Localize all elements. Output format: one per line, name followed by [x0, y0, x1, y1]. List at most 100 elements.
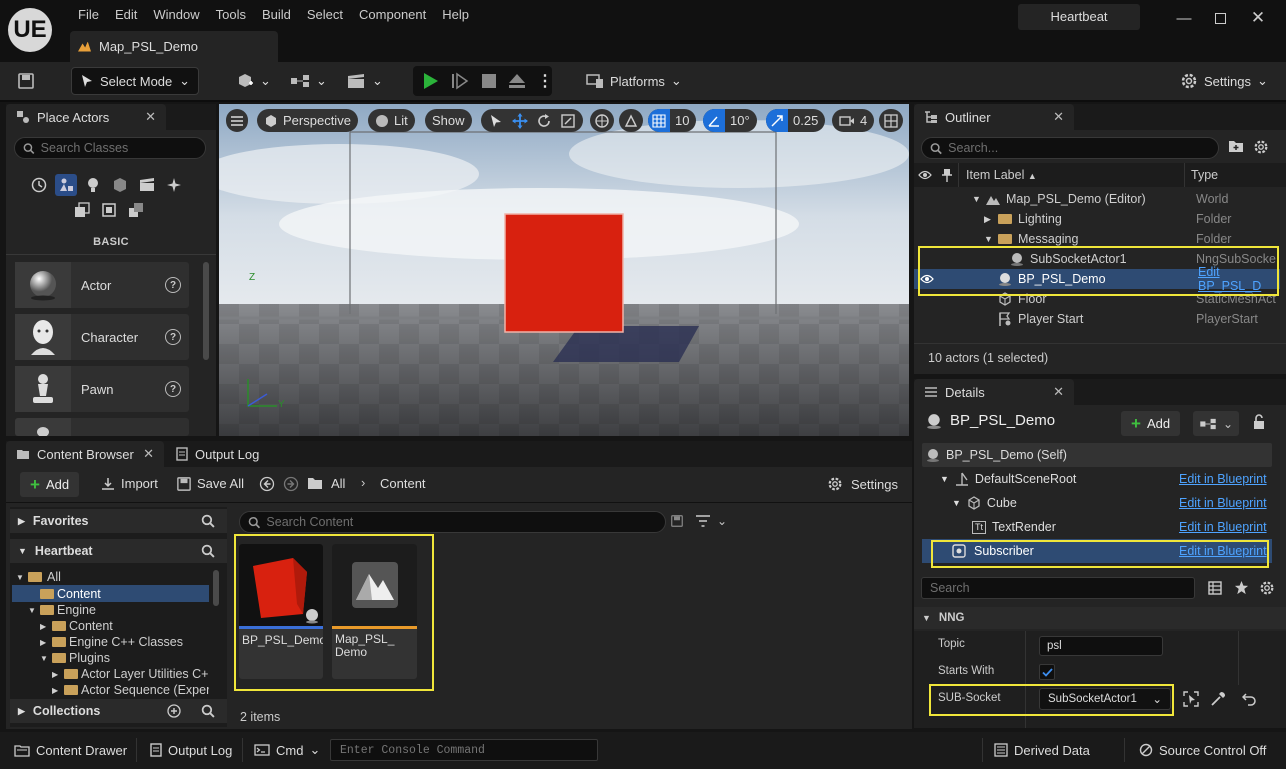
component-cube[interactable]: ▼ Cube Edit in Blueprint	[922, 491, 1272, 515]
menu-window[interactable]: Window	[145, 7, 207, 23]
tree-folder-engine[interactable]: ▼ Engine	[12, 602, 209, 618]
rotate-tool-icon[interactable]	[533, 112, 555, 130]
cmd-dropdown[interactable]: Cmd ⌄	[248, 737, 326, 763]
starts-with-checkbox[interactable]	[1039, 664, 1055, 680]
source-control-button[interactable]: Source Control Off	[1133, 737, 1272, 763]
recent-icon[interactable]	[28, 174, 50, 196]
save-icon[interactable]	[12, 67, 40, 95]
grid-snap-button[interactable]: 10	[648, 109, 697, 132]
add-collection-icon[interactable]	[167, 704, 181, 718]
collapse-arrow-icon[interactable]: ▶	[52, 670, 58, 679]
details-search-input[interactable]	[930, 581, 1186, 595]
perspective-button[interactable]: Perspective	[257, 109, 358, 132]
add-folder-icon[interactable]	[1228, 139, 1244, 153]
filter-button[interactable]: ⌄	[695, 514, 727, 528]
console-command-input[interactable]	[331, 740, 597, 760]
actor-list-item[interactable]: Actor ?	[15, 262, 189, 308]
edit-in-blueprint-link[interactable]: Edit in Blueprint	[1179, 520, 1267, 534]
show-button[interactable]: Show	[425, 109, 472, 132]
expand-arrow-icon[interactable]: ▼	[952, 498, 961, 508]
geometry-category-icon[interactable]	[125, 199, 147, 221]
close-icon[interactable]: ✕	[145, 109, 156, 125]
tree-row-player-start[interactable]: Player Start PlayerStart	[914, 309, 1280, 329]
translate-tool-icon[interactable]	[509, 112, 531, 130]
tree-folder-all[interactable]: ▼ All	[12, 569, 209, 585]
component-default-scene-root[interactable]: ▼ DefaultSceneRoot Edit in Blueprint	[922, 467, 1272, 491]
content-search-input[interactable]	[266, 515, 657, 529]
collapse-arrow-icon[interactable]: ▶	[52, 686, 58, 695]
more-options-icon[interactable]: ⋮	[533, 67, 557, 95]
search-classes-input[interactable]	[40, 141, 197, 155]
surface-snap-icon[interactable]	[619, 109, 643, 132]
tree-row-world[interactable]: ▼ Map_PSL_Demo (Editor) World	[914, 189, 1280, 209]
component-self[interactable]: BP_PSL_Demo (Self)	[922, 443, 1272, 467]
stop-icon[interactable]	[476, 67, 502, 95]
menu-help[interactable]: Help	[434, 7, 477, 23]
import-button[interactable]: Import	[101, 476, 158, 491]
collapse-arrow-icon[interactable]: ▶	[984, 214, 991, 225]
rotation-snap-button[interactable]: 10°	[703, 109, 757, 132]
outliner-search-input[interactable]	[948, 141, 1210, 155]
collapse-arrow-icon[interactable]: ▶	[40, 638, 46, 647]
platforms-button[interactable]: Platforms ⌄	[578, 67, 690, 95]
select-tool-icon[interactable]	[485, 112, 507, 130]
tree-folder-actor-layer[interactable]: ▶ Actor Layer Utilities C+	[12, 666, 209, 682]
maximize-icon[interactable]	[1202, 6, 1238, 30]
step-icon[interactable]	[446, 67, 474, 95]
save-all-button[interactable]: Save All	[177, 476, 244, 491]
favorites-section[interactable]: ▶ Favorites	[10, 509, 227, 533]
unreal-logo-icon[interactable]: UE	[8, 8, 52, 52]
blueprint-options-button[interactable]: ⌄	[1193, 411, 1240, 436]
world-space-icon[interactable]	[590, 109, 614, 132]
all-classes-category-icon[interactable]	[98, 199, 120, 221]
type-column[interactable]: Type	[1184, 163, 1218, 187]
menu-component[interactable]: Component	[351, 7, 434, 23]
play-icon[interactable]	[416, 67, 444, 95]
character-list-item[interactable]: Character ?	[15, 314, 189, 360]
lock-icon[interactable]	[1252, 414, 1266, 430]
item-label-column[interactable]: Item Label ▲	[966, 168, 1184, 182]
place-actors-tab[interactable]: Place Actors ✕	[6, 104, 166, 130]
red-cube-mesh[interactable]	[504, 213, 624, 333]
actor-name[interactable]: BP_PSL_Demo	[950, 412, 1055, 429]
collapse-arrow-icon[interactable]: ▶	[40, 622, 46, 631]
content-browser-tab[interactable]: Content Browser ✕	[6, 441, 164, 467]
lights-category-icon[interactable]	[82, 174, 104, 196]
expand-arrow-icon[interactable]: ▼	[16, 573, 24, 582]
component-text-render[interactable]: Tt TextRender Edit in Blueprint	[922, 515, 1272, 539]
help-icon[interactable]: ?	[165, 277, 181, 293]
search-icon[interactable]	[201, 704, 215, 718]
expand-arrow-icon[interactable]: ▼	[940, 474, 949, 484]
close-icon[interactable]: ✕	[1053, 384, 1064, 400]
topic-input[interactable]: psl	[1039, 636, 1163, 656]
menu-tools[interactable]: Tools	[208, 7, 254, 23]
add-actor-button[interactable]: ⌄	[228, 67, 279, 95]
menu-select[interactable]: Select	[299, 7, 351, 23]
tree-folder-engine-content[interactable]: ▶ Content	[12, 618, 209, 634]
output-log-tab[interactable]: Output Log	[166, 441, 276, 467]
content-settings-button[interactable]: Settings	[827, 476, 898, 492]
level-viewport[interactable]	[219, 104, 909, 436]
camera-speed-button[interactable]: 4	[832, 109, 875, 132]
pin-column-icon[interactable]	[936, 168, 958, 182]
tree-folder-actor-sequence[interactable]: ▶ Actor Sequence (Exper	[12, 682, 209, 697]
more-actor-list-item[interactable]	[15, 418, 189, 436]
cinematics-button[interactable]: ⌄	[338, 67, 391, 95]
cinematic-category-icon[interactable]	[136, 174, 158, 196]
gear-icon[interactable]	[1253, 139, 1269, 155]
close-icon[interactable]: ✕	[1053, 109, 1064, 125]
expand-arrow-icon[interactable]: ▼	[28, 606, 36, 615]
add-content-button[interactable]: + Add	[20, 472, 80, 497]
search-icon[interactable]	[201, 514, 215, 528]
scale-tool-icon[interactable]	[557, 112, 579, 130]
viewport-layout-icon[interactable]	[879, 109, 903, 132]
tree-folder-plugins[interactable]: ▼ Plugins	[12, 650, 209, 666]
shapes-category-icon[interactable]	[109, 174, 131, 196]
search-icon[interactable]	[201, 544, 215, 558]
star-icon[interactable]	[1234, 580, 1249, 595]
menu-edit[interactable]: Edit	[107, 7, 145, 23]
visibility-column-icon[interactable]	[914, 170, 936, 180]
back-icon[interactable]	[259, 476, 275, 492]
menu-build[interactable]: Build	[254, 7, 299, 23]
eject-icon[interactable]	[503, 67, 531, 95]
